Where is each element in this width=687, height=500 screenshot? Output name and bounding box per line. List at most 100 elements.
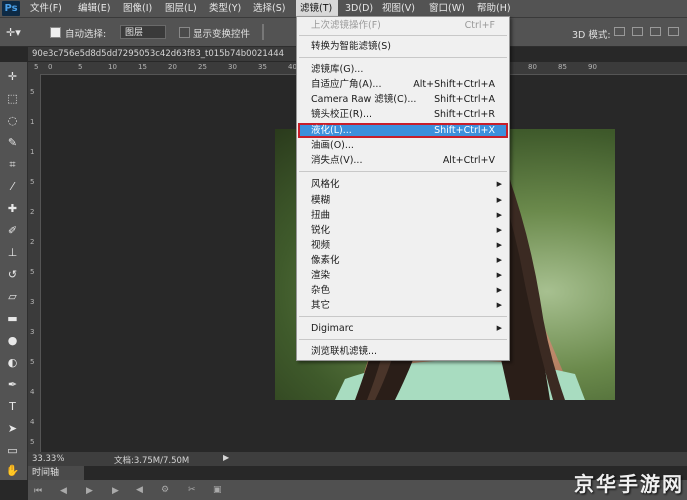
menu-edit[interactable]: 编辑(E) (78, 2, 110, 15)
submenu-arrow-icon: ▶ (496, 226, 502, 234)
filter-convert-smart[interactable]: 转换为智能滤镜(S) (297, 39, 509, 54)
filter-item-shortcut: Ctrl+F (464, 20, 495, 31)
menu-filter[interactable]: 滤镜(T) (300, 2, 332, 15)
ruler-left-label: 5 (30, 268, 35, 276)
document-tab[interactable]: 90e3c756e5d8d5dd7295053c42d63f83_t015b74… (32, 47, 284, 61)
blur-tool-icon[interactable]: ● (4, 334, 21, 348)
submenu-arrow-icon: ▶ (496, 256, 502, 264)
menu-image[interactable]: 图像(I) (123, 2, 152, 15)
filter-item-label: 滤镜库(G)... (311, 64, 364, 75)
settings-icon[interactable]: ⚙ (161, 485, 169, 495)
gradient-tool-icon[interactable]: ▬ (4, 312, 21, 326)
rectangle-tool-icon[interactable]: ▭ (4, 444, 21, 458)
status-menu-arrow-icon[interactable]: ▶ (223, 453, 229, 462)
ruler-top-label: 85 (558, 63, 567, 71)
show-transform-checkbox[interactable] (179, 27, 190, 38)
type-tool-icon[interactable]: T (4, 400, 21, 414)
quick-select-tool-icon[interactable]: ✎ (4, 136, 21, 150)
auto-select-dropdown[interactable]: 图层 (120, 25, 166, 39)
tools-panel: ✛ ⬚ ◌ ✎ ⌗ ⁄ ✚ ✐ ⊥ ↺ ▱ ▬ ● ◐ ✒ T ➤ ▭ ✋ (0, 62, 28, 480)
menu-type[interactable]: 类型(Y) (209, 2, 241, 15)
ruler-top-label: 80 (528, 63, 537, 71)
filter-other[interactable]: 其它 ▶ (297, 298, 509, 313)
hand-tool-icon[interactable]: ✋ (4, 464, 21, 478)
ruler-vertical: 5 1 1 5 2 2 5 3 3 5 4 4 5 (28, 74, 41, 452)
filter-oil-paint[interactable]: 油画(O)... (297, 138, 509, 153)
marquee-tool-icon[interactable]: ⬚ (4, 92, 21, 106)
lasso-tool-icon[interactable]: ◌ (4, 114, 21, 128)
history-brush-tool-icon[interactable]: ↺ (4, 268, 21, 282)
go-to-first-frame-icon[interactable]: ⏮ (34, 486, 42, 496)
audio-icon[interactable]: ◀ (136, 485, 143, 495)
menu-file[interactable]: 文件(F) (30, 2, 62, 15)
3d-pan-icon[interactable] (650, 27, 661, 36)
filter-sharpen[interactable]: 锐化 ▶ (297, 223, 509, 238)
auto-select-checkbox[interactable] (50, 27, 61, 38)
path-select-tool-icon[interactable]: ➤ (4, 422, 21, 436)
dodge-tool-icon[interactable]: ◐ (4, 356, 21, 370)
submenu-arrow-icon: ▶ (496, 301, 502, 309)
filter-video[interactable]: 视频 ▶ (297, 238, 509, 253)
filter-distort[interactable]: 扭曲 ▶ (297, 208, 509, 223)
filter-browse-online[interactable]: 浏览联机滤镜... (297, 344, 509, 359)
filter-item-label: 上次滤镜操作(F) (311, 20, 381, 31)
filter-blur[interactable]: 模糊 ▶ (297, 193, 509, 208)
3d-rotate-icon[interactable] (614, 27, 625, 36)
clone-stamp-tool-icon[interactable]: ⊥ (4, 246, 21, 260)
eraser-tool-icon[interactable]: ▱ (4, 290, 21, 304)
ruler-left-label: 5 (30, 178, 35, 186)
filter-vanishing-point[interactable]: 消失点(V)... Alt+Ctrl+V (297, 153, 509, 168)
submenu-arrow-icon: ▶ (496, 241, 502, 249)
ruler-top-label: 30 (228, 63, 237, 71)
menu-select[interactable]: 选择(S) (253, 2, 285, 15)
filter-noise[interactable]: 杂色 ▶ (297, 283, 509, 298)
menu-3d[interactable]: 3D(D) (345, 2, 373, 15)
ruler-left-label: 3 (30, 298, 35, 306)
previous-frame-icon[interactable]: ◀ (60, 486, 67, 496)
menu-help[interactable]: 帮助(H) (477, 2, 511, 15)
next-frame-icon[interactable]: ▶ (112, 486, 119, 496)
filter-liquify[interactable]: 液化(L)... Shift+Ctrl+X (298, 123, 508, 138)
ruler-top-label: 20 (168, 63, 177, 71)
document-size: 文档:3.75M/7.50M (114, 456, 190, 466)
filter-lens-correction[interactable]: 镜头校正(R)... Shift+Ctrl+R (297, 107, 509, 122)
menu-window[interactable]: 窗口(W) (429, 2, 465, 15)
ruler-left-label: 5 (30, 88, 35, 96)
brush-tool-icon[interactable]: ✐ (4, 224, 21, 238)
split-icon[interactable]: ✂ (188, 485, 196, 495)
filter-stylize[interactable]: 风格化 ▶ (297, 177, 509, 192)
filter-item-label: 像素化 (311, 255, 340, 266)
healing-brush-tool-icon[interactable]: ✚ (4, 202, 21, 216)
play-icon[interactable]: ▶ (86, 486, 93, 496)
ruler-top-label: 90 (588, 63, 597, 71)
zoom-level[interactable]: 33.33% (32, 454, 64, 464)
menu-separator (299, 57, 507, 58)
menu-separator (299, 171, 507, 172)
filter-render[interactable]: 渲染 ▶ (297, 268, 509, 283)
filter-item-label: 扭曲 (311, 210, 331, 221)
filter-digimarc[interactable]: Digimarc ▶ (297, 321, 509, 336)
3d-roll-icon[interactable] (632, 27, 643, 36)
filter-pixelate[interactable]: 像素化 ▶ (297, 253, 509, 268)
filter-item-shortcut: Alt+Shift+Ctrl+A (413, 79, 495, 90)
filter-camera-raw[interactable]: Camera Raw 滤镜(C)... Shift+Ctrl+A (297, 92, 509, 107)
filter-item-label: 自适应广角(A)... (311, 79, 382, 90)
filter-item-label: 风格化 (311, 179, 340, 190)
menu-view[interactable]: 视图(V) (382, 2, 415, 15)
submenu-arrow-icon: ▶ (496, 324, 502, 332)
timeline-tab[interactable]: 时间轴 (28, 466, 84, 480)
eyedropper-tool-icon[interactable]: ⁄ (4, 180, 21, 194)
filter-last-filter: 上次滤镜操作(F) Ctrl+F (297, 18, 509, 33)
filter-item-label: 油画(O)... (311, 140, 354, 151)
transition-icon[interactable]: ▣ (213, 485, 222, 495)
filter-gallery[interactable]: 滤镜库(G)... (297, 62, 509, 77)
menu-separator (299, 339, 507, 340)
3d-slide-icon[interactable] (668, 27, 679, 36)
move-tool-icon[interactable]: ✛▾ (6, 26, 21, 39)
filter-adaptive-wide-angle[interactable]: 自适应广角(A)... Alt+Shift+Ctrl+A (297, 77, 509, 92)
move-tool-icon[interactable]: ✛ (4, 70, 21, 84)
menu-layer[interactable]: 图层(L) (165, 2, 197, 15)
ruler-left-label: 5 (30, 438, 35, 446)
crop-tool-icon[interactable]: ⌗ (4, 158, 21, 172)
pen-tool-icon[interactable]: ✒ (4, 378, 21, 392)
